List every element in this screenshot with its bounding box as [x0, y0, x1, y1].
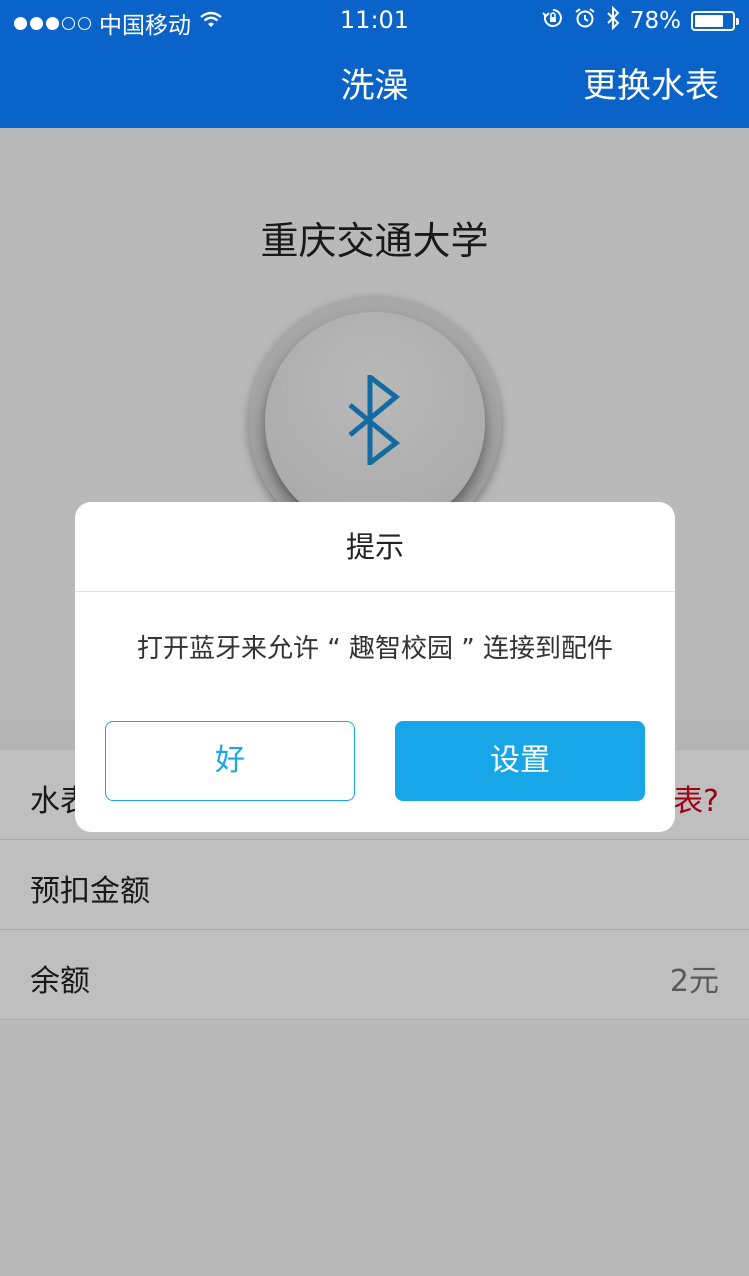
- change-meter-button[interactable]: 更换水表: [583, 58, 719, 107]
- settings-button[interactable]: 设置: [395, 721, 645, 801]
- ok-button[interactable]: 好: [105, 721, 355, 801]
- bluetooth-status-icon: [606, 5, 620, 36]
- battery-icon: [691, 11, 739, 31]
- dialog-title: 提示: [75, 502, 675, 592]
- status-right: 78%: [542, 5, 739, 36]
- alarm-icon: [574, 7, 596, 35]
- battery-percent: 78%: [629, 8, 681, 34]
- status-bar: 中国移动 11:01 78%: [0, 0, 749, 40]
- bluetooth-alert-dialog: 提示 打开蓝牙来允许 “ 趣智校园 ” 连接到配件 好 设置: [75, 502, 675, 832]
- dialog-message: 打开蓝牙来允许 “ 趣智校园 ” 连接到配件: [137, 634, 613, 664]
- rotation-lock-icon: [542, 7, 564, 35]
- top-bar: 中国移动 11:01 78% 洗澡 更换水表: [0, 0, 749, 128]
